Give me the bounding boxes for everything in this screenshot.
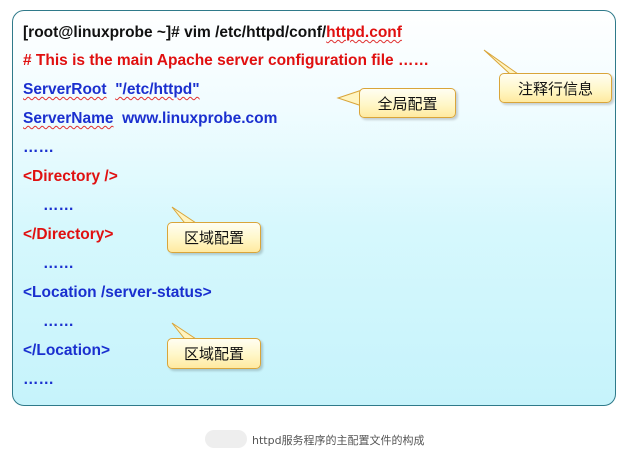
- callout-global-label: 全局配置: [377, 94, 438, 113]
- callout-comment-label: 注释行信息: [517, 79, 593, 98]
- server-name-value: www.linuxprobe.com: [122, 110, 278, 127]
- config-filename: httpd.conf: [326, 24, 402, 41]
- location-open-tag: <Location /server-status>: [23, 284, 212, 301]
- callout-region-1-label: 区域配置: [183, 229, 244, 247]
- location-body: ……: [43, 313, 74, 330]
- server-root-key: ServerRoot: [23, 81, 107, 98]
- figure-caption: httpd服务程序的主配置文件的构成: [252, 434, 425, 447]
- directory-close-tag: </Directory>: [23, 226, 114, 243]
- location-close-tag: </Location>: [23, 342, 110, 359]
- server-root-line: ServerRoot "/etc/httpd": [23, 81, 200, 99]
- directory-body: ……: [43, 197, 74, 214]
- vim-command-line: [root@linuxprobe ~]# vim /etc/httpd/conf…: [23, 24, 402, 42]
- ellipsis-line: ……: [23, 139, 54, 156]
- watermark-blur: [205, 430, 247, 448]
- comment-line: # This is the main Apache server configu…: [23, 52, 429, 69]
- callout-region-2-label: 区域配置: [183, 345, 244, 363]
- directory-open-tag: <Directory />: [23, 168, 118, 185]
- ending-ellipsis: ……: [23, 371, 54, 388]
- server-name-line: ServerName www.linuxprobe.com: [23, 110, 277, 128]
- callout-comment-info: 注释行信息: [499, 73, 612, 103]
- gap-ellipsis: ……: [43, 255, 74, 272]
- callout-region-config-1: 区域配置: [167, 222, 261, 253]
- command-prefix: [root@linuxprobe ~]# vim /etc/httpd/conf…: [23, 24, 327, 41]
- server-name-key: ServerName: [23, 110, 114, 127]
- server-root-value: "/etc/httpd": [115, 81, 200, 98]
- callout-global-config: 全局配置: [359, 88, 456, 118]
- callout-region-config-2: 区域配置: [167, 338, 261, 369]
